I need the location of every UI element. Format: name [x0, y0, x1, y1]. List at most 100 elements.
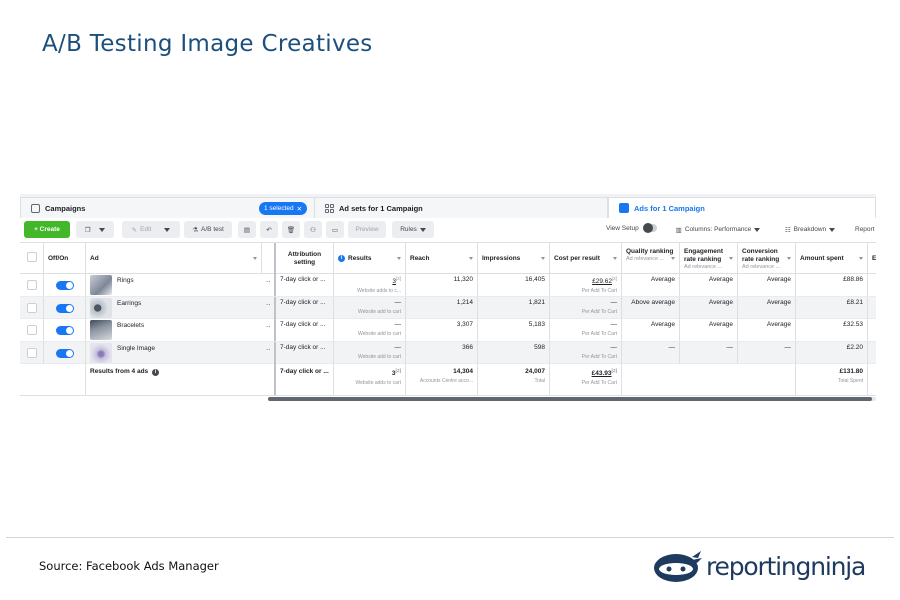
- conversion-value: Average: [766, 298, 791, 306]
- totals-cost[interactable]: £43.93: [592, 370, 612, 377]
- breakdown-label: Breakdown: [793, 226, 827, 233]
- results-sub: Website add to cart: [358, 308, 401, 315]
- people-icon: ⚇: [310, 226, 316, 234]
- totals-spent-sub: Total Spent: [837, 378, 863, 384]
- header-amount-spent[interactable]: Amount spent: [796, 243, 868, 274]
- audience-button[interactable]: ⚇: [304, 221, 322, 238]
- tab-adsets[interactable]: Ad sets for 1 Campaign: [314, 197, 608, 218]
- header-impressions[interactable]: Impressions: [478, 243, 550, 274]
- header-conversion-ranking[interactable]: Conversion rate ranking Ad relevance ...: [738, 243, 796, 274]
- row-checkbox[interactable]: [27, 280, 37, 290]
- duplicate-icon: ❐: [84, 226, 91, 234]
- header-attribution[interactable]: Attribution setting: [276, 243, 334, 274]
- ads-table: Off/On Ad Attribution setting i Results R…: [20, 242, 876, 396]
- ellipsis: ‥: [266, 277, 271, 284]
- pencil-icon: ✎: [131, 226, 138, 234]
- columns-dropdown[interactable]: ▥ Columns: Performance: [666, 221, 770, 238]
- totals-label: Results from 4 ads: [90, 368, 149, 375]
- scrollbar-thumb[interactable]: [268, 397, 872, 401]
- header-off-on: Off/On: [44, 243, 86, 274]
- table-row[interactable]: Rings ‥ 7-day click or ... 3[2] Website a…: [20, 274, 876, 297]
- header-results[interactable]: i Results: [334, 243, 406, 274]
- conversion-value: Average: [766, 276, 791, 283]
- cost-value: —: [610, 298, 618, 306]
- selected-pill[interactable]: 1 selected ✕: [259, 202, 308, 215]
- impressions-value: 598: [534, 343, 545, 351]
- reach-value: 3,307: [456, 321, 473, 328]
- edit-button[interactable]: ✎ Edit: [122, 221, 180, 238]
- table-row[interactable]: Single Image ‥ 7-day click or ... — Websi…: [20, 341, 876, 364]
- preview-button[interactable]: Preview: [348, 221, 386, 238]
- delete-button[interactable]: 🗑: [282, 221, 300, 238]
- quality-value: Above average: [631, 298, 675, 306]
- slide-title: A/B Testing Image Creatives: [42, 31, 373, 57]
- info-icon[interactable]: i: [151, 369, 159, 376]
- tab-campaigns[interactable]: Campaigns 1 selected ✕: [20, 197, 316, 218]
- view-setup[interactable]: View Setup: [606, 223, 657, 233]
- ad-toggle[interactable]: [56, 303, 74, 313]
- undo-button[interactable]: ↶: [260, 221, 278, 238]
- ab-test-button[interactable]: ⚗ A/B test: [184, 221, 232, 238]
- ad-toggle[interactable]: [56, 348, 74, 358]
- ad-toggle[interactable]: [56, 326, 74, 335]
- quality-value: Average: [650, 321, 675, 328]
- view-setup-toggle[interactable]: [642, 223, 657, 233]
- source-caption: Source: Facebook Ads Manager: [39, 559, 219, 573]
- row-checkbox[interactable]: [27, 347, 37, 358]
- tab-ads[interactable]: Ads for 1 Campaign: [608, 197, 876, 218]
- table-row[interactable]: Earrings ‥ 7-day click or ... — Website a…: [20, 296, 876, 319]
- header-reach[interactable]: Reach: [406, 243, 478, 274]
- header-ad[interactable]: Ad: [86, 243, 262, 274]
- header-spent-label: Amount spent: [800, 254, 844, 262]
- ad-thumbnail: [90, 342, 112, 363]
- ad-name[interactable]: Rings: [117, 277, 134, 284]
- chevron-down-icon: [164, 227, 171, 232]
- totals-cost-sub: Per Add To Cart: [581, 380, 617, 387]
- clipboard-button[interactable]: ▤: [238, 221, 256, 238]
- ad-name[interactable]: Bracelets: [117, 322, 144, 329]
- attribution-value: 7-day click or ...: [280, 276, 326, 283]
- close-icon[interactable]: ✕: [297, 205, 302, 213]
- header-quality-sub: Ad relevance ...: [626, 255, 665, 262]
- header-select-all[interactable]: [20, 243, 44, 274]
- row-checkbox[interactable]: [27, 325, 37, 335]
- chevron-down-icon: [754, 227, 761, 232]
- header-engagement-ranking[interactable]: Engagement rate ranking Ad relevance ...: [680, 243, 738, 274]
- toolbar: + Create ❐ ✎ Edit ⚗ A/B test ▤ ↶ 🗑 ⚇ ▭ P…: [20, 219, 876, 241]
- horizontal-scrollbar[interactable]: [268, 397, 876, 401]
- rules-button[interactable]: Rules: [392, 221, 434, 238]
- header-quality-ranking[interactable]: Quality ranking Ad relevance ...: [622, 243, 680, 274]
- grid-icon: [325, 203, 334, 213]
- quality-value: Average: [650, 276, 675, 283]
- cost-sub: Per Add To Cart: [581, 353, 617, 360]
- create-button[interactable]: + Create: [24, 221, 70, 238]
- row-checkbox[interactable]: [27, 302, 37, 313]
- flask-icon: ⚗: [192, 226, 199, 234]
- totals-row: Results from 4 ads i 7-day click or ... …: [20, 364, 876, 396]
- ad-name[interactable]: Single Image: [117, 345, 155, 352]
- reports-button[interactable]: Report: [850, 221, 876, 238]
- ad-toggle[interactable]: [56, 281, 74, 290]
- brand-logo: reportingninja: [652, 548, 866, 584]
- select-all-checkbox[interactable]: [27, 252, 37, 262]
- cost-sub: Per Add To Cart: [581, 308, 617, 315]
- header-impressions-label: Impressions: [482, 254, 521, 262]
- tab-adsets-label: Ad sets for 1 Campaign: [339, 203, 423, 213]
- header-cost-per-result[interactable]: Cost per result: [550, 243, 622, 274]
- header-conversion-label: Conversion rate ranking: [742, 248, 780, 263]
- ad-name[interactable]: Earrings: [117, 300, 141, 307]
- header-quality-label: Quality ranking: [626, 248, 674, 255]
- duplicate-button[interactable]: ❐: [76, 221, 114, 238]
- folder-icon: [31, 203, 40, 213]
- breakdown-dropdown[interactable]: ☷ Breakdown: [776, 221, 844, 238]
- header-reach-label: Reach: [410, 254, 430, 262]
- totals-reach-sub: Accounts Centre acco...: [419, 378, 473, 384]
- cost-value[interactable]: £29.62: [592, 278, 612, 285]
- comment-button[interactable]: ▭: [326, 221, 344, 238]
- header-engagement-sub: Ad relevance ...: [684, 263, 723, 270]
- comment-icon: ▭: [331, 226, 339, 234]
- table-row[interactable]: Bracelets ‥ 7-day click or ... — Website …: [20, 319, 876, 342]
- header-cut-off: E: [868, 243, 876, 274]
- footer-divider: [6, 537, 894, 538]
- cost-sub: Per Add To Cart: [581, 288, 617, 295]
